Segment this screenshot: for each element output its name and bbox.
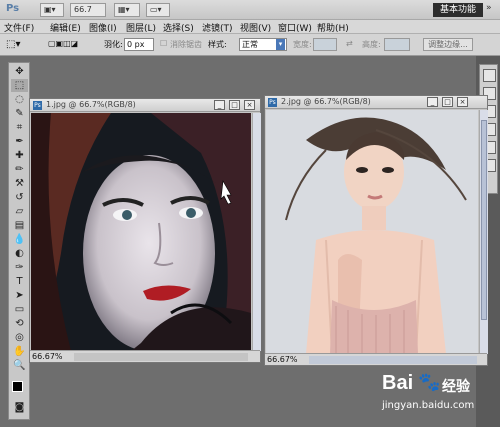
document-1-vertical-scrollbar[interactable]	[252, 113, 261, 351]
ps-document-icon: Ps	[268, 98, 277, 107]
crop-tool-icon[interactable]: ⌗	[11, 121, 28, 134]
arrange-documents-button[interactable]: ▦▾	[114, 3, 140, 17]
height-input[interactable]	[384, 38, 410, 51]
refine-edge-button[interactable]: 调整边缘...	[423, 38, 473, 51]
width-label: 宽度:	[293, 40, 312, 49]
path-selection-tool-icon[interactable]: ➤	[11, 289, 28, 302]
document-1-status-bar: 66.67%	[30, 350, 260, 362]
3d-orbit-tool-icon[interactable]: ◎	[11, 331, 28, 344]
swap-width-height-icon[interactable]: ⇄	[346, 39, 353, 48]
lasso-tool-icon[interactable]: ◌	[11, 93, 28, 106]
document-2-vertical-scrollbar[interactable]	[479, 110, 488, 354]
application-bar: Ps ▣▾ 66.7 ▦▾ ▭▾ 基本功能 »	[0, 0, 500, 20]
feather-label: 羽化:	[104, 40, 123, 49]
document-1-title: 1.jpg @ 66.7%(RGB/8)	[46, 100, 136, 109]
clone-stamp-tool-icon[interactable]: ⚒	[11, 177, 28, 190]
close-icon[interactable]: ×	[244, 100, 255, 110]
move-tool-icon[interactable]: ✥	[11, 65, 28, 78]
tool-options-bar: ⬚▾ ▢▣◫◪ 羽化: 0 px ☐ 消除锯齿 样式: 正常 ▾ 宽度: ⇄ 高…	[0, 34, 500, 56]
menu-file[interactable]: 文件(F)	[4, 21, 34, 34]
document-window-1: Ps 1.jpg @ 66.7%(RGB/8) _ □ × 66.67%	[29, 98, 261, 363]
minimize-icon[interactable]: _	[214, 100, 225, 110]
width-input[interactable]	[313, 38, 337, 51]
brush-tool-icon[interactable]: ✏	[11, 163, 28, 176]
3d-rotate-tool-icon[interactable]: ⟲	[11, 317, 28, 330]
dodge-tool-icon[interactable]: ◐	[11, 247, 28, 260]
document-2-canvas[interactable]	[266, 110, 478, 354]
maximize-icon[interactable]: □	[229, 100, 240, 110]
style-select-value: 正常	[242, 40, 258, 49]
watermark-brand: Bai	[382, 372, 414, 394]
height-label: 高度:	[362, 40, 381, 49]
baidu-jingyan-watermark: Bai 🐾 经验 jingyan.baidu.com	[378, 372, 478, 420]
document-1-title-bar[interactable]: Ps 1.jpg @ 66.7%(RGB/8) _ □ ×	[30, 99, 260, 112]
marquee-tool-preset-icon[interactable]: ⬚▾	[6, 39, 20, 50]
antialias-label: 消除锯齿	[170, 40, 202, 49]
quick-selection-tool-icon[interactable]: ✎	[11, 107, 28, 120]
menu-image[interactable]: 图像(I)	[89, 21, 117, 34]
watermark-url: jingyan.baidu.com	[382, 400, 475, 411]
document-2-horizontal-scrollbar[interactable]	[309, 356, 477, 364]
ps-document-icon: Ps	[33, 101, 42, 110]
close-icon[interactable]: ×	[457, 97, 468, 107]
portrait-image-1	[31, 113, 251, 351]
rectangular-marquee-tool-icon[interactable]: ⬚	[11, 79, 28, 92]
menu-edit[interactable]: 编辑(E)	[50, 21, 81, 34]
menu-bar: 文件(F) 编辑(E) 图像(I) 图层(L) 选择(S) 滤镜(T) 视图(V…	[0, 20, 500, 34]
style-label: 样式:	[208, 40, 227, 49]
photoshop-logo: Ps	[6, 3, 20, 14]
document-2-title-bar[interactable]: Ps 2.jpg @ 66.7%(RGB/8) _ □ ×	[265, 96, 487, 109]
feather-input[interactable]: 0 px	[124, 38, 154, 51]
hand-tool-icon[interactable]: ✋	[11, 345, 28, 358]
pen-tool-icon[interactable]: ✑	[11, 261, 28, 274]
workspace-essentials-button[interactable]: 基本功能	[433, 3, 483, 17]
eraser-tool-icon[interactable]: ▱	[11, 205, 28, 218]
antialias-checkbox[interactable]: ☐	[160, 39, 167, 48]
menu-view[interactable]: 视图(V)	[240, 21, 271, 34]
menu-filter[interactable]: 滤镜(T)	[202, 21, 233, 34]
document-2-zoom-level[interactable]: 66.67%	[267, 355, 298, 364]
document-2-scroll-thumb[interactable]	[481, 120, 487, 320]
eyedropper-tool-icon[interactable]: ✒	[11, 135, 28, 148]
spot-healing-brush-icon[interactable]: ✚	[11, 149, 28, 162]
document-1-zoom-level[interactable]: 66.67%	[32, 352, 63, 361]
color-panel-icon[interactable]	[483, 69, 496, 82]
minimize-icon[interactable]: _	[427, 97, 438, 107]
menu-window[interactable]: 窗口(W)	[278, 21, 312, 34]
type-tool-icon[interactable]: T	[11, 275, 28, 288]
screen-mode-button[interactable]: ▭▾	[146, 3, 170, 17]
document-window-2: Ps 2.jpg @ 66.7%(RGB/8) _ □ × 66.67%	[264, 95, 488, 366]
zoom-tool-icon[interactable]: 🔍	[11, 359, 28, 372]
document-1-horizontal-scrollbar[interactable]	[74, 353, 248, 361]
tools-panel: ✥ ⬚ ◌ ✎ ⌗ ✒ ✚ ✏ ⚒ ↺ ▱ ▤ 💧 ◐ ✑ T ➤ ▭ ⟲ ◎ …	[8, 62, 30, 420]
chevron-down-icon: ▾	[276, 39, 285, 50]
zoom-level-dropdown[interactable]: 66.7	[70, 3, 106, 17]
style-select[interactable]: 正常 ▾	[239, 38, 287, 51]
menu-help[interactable]: 帮助(H)	[317, 21, 349, 34]
portrait-image-2	[266, 110, 478, 354]
quick-mask-mode-icon[interactable]: ◙	[11, 401, 28, 414]
paw-icon: 🐾	[418, 372, 441, 393]
foreground-color-swatch[interactable]	[12, 381, 23, 392]
selection-mode-icons[interactable]: ▢▣◫◪	[48, 39, 78, 48]
rectangle-shape-tool-icon[interactable]: ▭	[11, 303, 28, 316]
watermark-brand-suffix: 经验	[442, 379, 470, 395]
more-workspaces-chevron-icon[interactable]: »	[486, 3, 496, 17]
gradient-tool-icon[interactable]: ▤	[11, 219, 28, 232]
document-2-status-bar: 66.67%	[265, 353, 487, 365]
bridge-button[interactable]: ▣▾	[40, 3, 64, 17]
document-2-title: 2.jpg @ 66.7%(RGB/8)	[281, 97, 371, 106]
document-1-canvas[interactable]	[31, 113, 251, 351]
menu-select[interactable]: 选择(S)	[163, 21, 194, 34]
blur-tool-icon[interactable]: 💧	[11, 233, 28, 246]
history-brush-tool-icon[interactable]: ↺	[11, 191, 28, 204]
menu-layer[interactable]: 图层(L)	[126, 21, 156, 34]
maximize-icon[interactable]: □	[442, 97, 453, 107]
